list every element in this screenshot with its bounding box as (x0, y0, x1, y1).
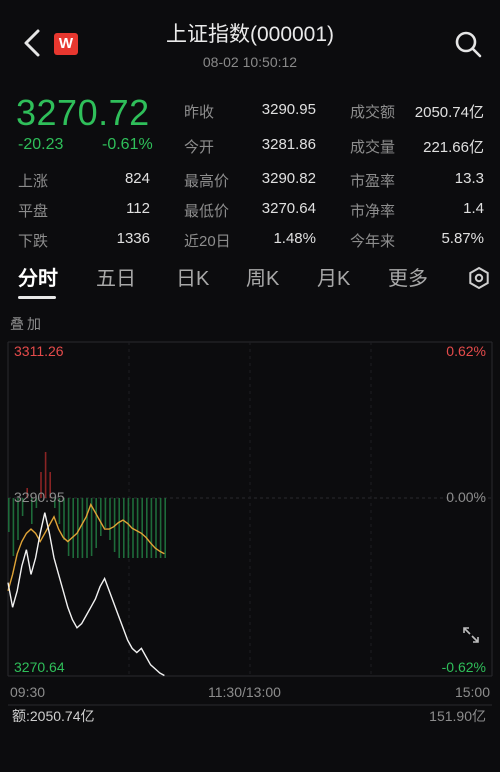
turnover-label: 成交额 (350, 104, 396, 121)
strength-bar (164, 498, 166, 558)
chart-grid (7, 341, 493, 706)
y-max-label: 3311.26 (14, 343, 64, 359)
top-bar: W 上证指数(000001) 08-02 10:50:12 (0, 0, 500, 84)
x-start-label: 09:30 (10, 684, 46, 700)
high-label: 最高价 (184, 173, 230, 190)
active-tab-indicator (18, 296, 56, 299)
pct-mid-label: 0.00% (446, 489, 486, 505)
strength-bar (12, 498, 15, 556)
strength-bar (127, 498, 130, 558)
down-count-value: 1336 (116, 230, 150, 247)
open-label: 今开 (184, 139, 215, 156)
tab-daily-k[interactable]: 日K (176, 262, 209, 291)
strength-bar (150, 498, 153, 558)
pct-min-label: -0.62% (441, 659, 486, 675)
turnover-value: 2050.74亿 (414, 104, 484, 121)
ytd-label: 今年来 (350, 233, 396, 250)
strength-bar (104, 498, 107, 528)
strength-bar (141, 498, 143, 558)
volume-bars (8, 452, 166, 558)
pct-max-label: 0.62% (446, 343, 486, 359)
strength-bar (159, 498, 162, 558)
strength-bar (146, 498, 148, 558)
prev-close-label: 昨收 (184, 104, 215, 121)
strength-bar (118, 498, 120, 558)
strength-bar (136, 498, 139, 558)
strength-bar (100, 498, 102, 536)
flat-count-value: 112 (126, 200, 150, 217)
current-price: 3270.72 (16, 92, 150, 133)
volume-right-label: 151.90亿 (429, 708, 486, 724)
up-count-value: 824 (124, 170, 150, 187)
tab-five-day[interactable]: 五日 (96, 262, 136, 291)
strength-bar (109, 498, 111, 540)
volume-total-label: 额:2050.74亿 (12, 708, 95, 724)
strength-bar (95, 498, 97, 548)
pe-label: 市盈率 (350, 173, 396, 190)
strength-bar (86, 498, 88, 558)
strength-bar (77, 498, 79, 558)
d20-value: 1.48% (273, 230, 316, 247)
price-change-pct: -0.61% (102, 136, 153, 153)
strength-bar (8, 498, 10, 532)
volume-value: 221.66亿 (423, 139, 484, 156)
page-title: 上证指数(000001) (165, 23, 335, 46)
y-mid-label: 3290.95 (14, 489, 65, 505)
strength-bar (123, 498, 125, 558)
pb-value: 1.4 (463, 200, 484, 217)
down-count-label: 下跌 (18, 233, 49, 250)
x-mid-label: 11:30/13:00 (208, 684, 281, 700)
pe-value: 13.3 (454, 170, 484, 187)
up-count-label: 上涨 (18, 173, 49, 190)
price-change: -20.23 (18, 136, 64, 153)
tab-monthly-k[interactable]: 月K (317, 262, 350, 291)
low-value: 3270.64 (261, 200, 316, 217)
tab-more[interactable]: 更多 (388, 262, 428, 291)
tab-weekly-k[interactable]: 周K (246, 262, 279, 291)
ytd-value: 5.87% (441, 230, 484, 247)
d20-label: 近20日 (184, 233, 231, 250)
open-value: 3281.86 (261, 136, 316, 153)
high-value: 3290.82 (261, 170, 316, 187)
strength-bar (72, 498, 74, 558)
period-tabs: 分时 五日 日K 周K 月K 更多 (0, 262, 500, 302)
low-label: 最低价 (184, 203, 230, 220)
overlay-button[interactable]: 叠加 (10, 314, 44, 334)
y-min-label: 3270.64 (14, 659, 65, 675)
x-end-label: 15:00 (454, 684, 490, 700)
update-time: 08-02 10:50:12 (202, 54, 298, 70)
expand-icon[interactable] (461, 625, 481, 645)
flat-count-label: 平盘 (18, 203, 49, 220)
prev-close-value: 3290.95 (261, 101, 316, 118)
search-icon[interactable] (454, 30, 482, 58)
strength-bar (67, 498, 70, 556)
settings-icon[interactable] (467, 266, 491, 290)
tab-intraday[interactable]: 分时 (18, 262, 58, 291)
pb-label: 市净率 (350, 203, 396, 220)
volume-label: 成交量 (350, 139, 396, 156)
strength-bar (81, 498, 84, 558)
